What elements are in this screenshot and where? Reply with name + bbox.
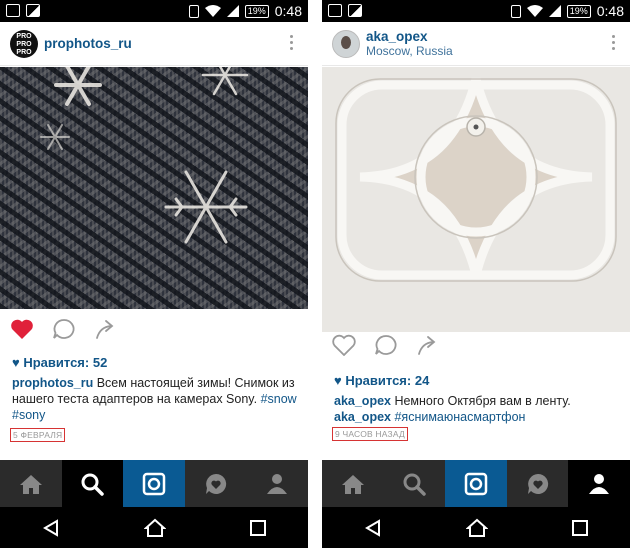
caption-text: Немного Октября вам в ленту. — [390, 394, 571, 408]
post-header: PRO PRO PRO prophotos_ru — [0, 22, 308, 66]
comment-icon[interactable] — [374, 334, 398, 356]
home-nav-icon[interactable] — [465, 518, 488, 538]
post-header: aka_opex Moscow, Russia — [322, 22, 630, 66]
snowflake-graphic — [40, 67, 249, 244]
tab-activity[interactable] — [185, 460, 247, 507]
post-photo[interactable] — [322, 67, 630, 332]
heart-icon[interactable] — [332, 334, 356, 356]
more-options-icon[interactable] — [612, 35, 616, 50]
tab-home[interactable] — [322, 460, 384, 507]
tab-profile[interactable] — [246, 460, 308, 507]
tab-home[interactable] — [0, 460, 62, 507]
tab-activity[interactable] — [507, 460, 569, 507]
comment-icon[interactable] — [52, 318, 76, 340]
post-photo[interactable] — [0, 67, 308, 309]
tab-profile[interactable] — [568, 460, 630, 507]
post-actions — [332, 334, 440, 356]
home-nav-icon[interactable] — [143, 518, 166, 538]
battery-indicator: 19% — [566, 4, 591, 18]
status-bar: 19% 0:48 — [0, 0, 308, 22]
signal-icon — [226, 5, 239, 17]
recents-icon[interactable] — [249, 519, 267, 537]
home-icon — [19, 474, 42, 494]
bottom-tab-bar — [0, 460, 308, 507]
home-icon — [341, 474, 364, 494]
caption-username[interactable]: aka_opex — [334, 410, 391, 424]
notification-icon — [328, 4, 342, 17]
hashtag[interactable]: #sony — [12, 408, 45, 422]
search-icon — [403, 473, 427, 496]
tab-camera[interactable] — [445, 460, 507, 507]
battery-indicator: 19% — [244, 4, 269, 18]
post-actions — [10, 318, 118, 340]
wifi-icon — [204, 5, 221, 17]
more-options-icon[interactable] — [290, 35, 294, 50]
back-icon[interactable] — [41, 518, 61, 538]
ceiling-ornament-graphic — [322, 67, 630, 332]
search-icon — [81, 473, 105, 496]
status-time: 0:48 — [596, 3, 624, 19]
share-icon[interactable] — [94, 318, 118, 340]
android-nav-bar — [0, 507, 308, 548]
avatar[interactable]: PRO PRO PRO — [10, 30, 38, 58]
image-notification-icon — [26, 4, 40, 17]
camera-icon — [464, 472, 488, 495]
image-notification-icon — [348, 4, 362, 17]
post-location[interactable]: Moscow, Russia — [366, 44, 453, 58]
post-timestamp: 5 ФЕВРАЛЯ — [10, 428, 66, 442]
hashtag[interactable]: #яснимаюнасмартфон — [394, 410, 525, 424]
vibrate-icon — [510, 4, 521, 18]
status-bar: 19% 0:48 — [322, 0, 630, 22]
hashtag[interactable]: #snow — [261, 392, 297, 406]
status-time: 0:48 — [274, 3, 302, 19]
activity-icon — [527, 473, 548, 494]
profile-icon — [267, 473, 288, 494]
post-username[interactable]: prophotos_ru — [44, 36, 132, 51]
camera-icon — [142, 472, 166, 495]
activity-icon — [205, 473, 226, 494]
bottom-tab-bar — [322, 460, 630, 507]
avatar[interactable] — [332, 30, 360, 58]
back-icon[interactable] — [363, 518, 383, 538]
caption-username[interactable]: aka_opex — [334, 394, 391, 408]
phone-screen-right: 19% 0:48 aka_opex Moscow, Russia ♥ Нрави… — [322, 0, 630, 548]
post-caption: prophotos_ru Всем настоящей зимы! Снимок… — [12, 375, 302, 423]
heart-icon[interactable] — [10, 318, 34, 340]
tab-camera[interactable] — [123, 460, 185, 507]
signal-icon — [548, 5, 561, 17]
likes-count[interactable]: ♥ Нравится: 24 — [334, 373, 429, 388]
wifi-icon — [526, 5, 543, 17]
phone-screen-left: 19% 0:48 PRO PRO PRO prophotos_ru ♥ Нрав… — [0, 0, 308, 548]
tab-search[interactable] — [61, 460, 124, 507]
recents-icon[interactable] — [571, 519, 589, 537]
caption-username[interactable]: prophotos_ru — [12, 376, 93, 390]
post-timestamp: 9 ЧАСОВ НАЗАД — [332, 427, 408, 441]
notification-icon — [6, 4, 20, 17]
likes-count[interactable]: ♥ Нравится: 52 — [12, 355, 107, 370]
vibrate-icon — [188, 4, 199, 18]
share-icon[interactable] — [416, 334, 440, 356]
android-nav-bar — [322, 507, 630, 548]
post-caption: aka_opex Немного Октября вам в ленту. ak… — [334, 393, 624, 425]
profile-icon — [589, 473, 610, 494]
post-username[interactable]: aka_opex — [366, 29, 428, 44]
tab-search[interactable] — [384, 460, 446, 507]
